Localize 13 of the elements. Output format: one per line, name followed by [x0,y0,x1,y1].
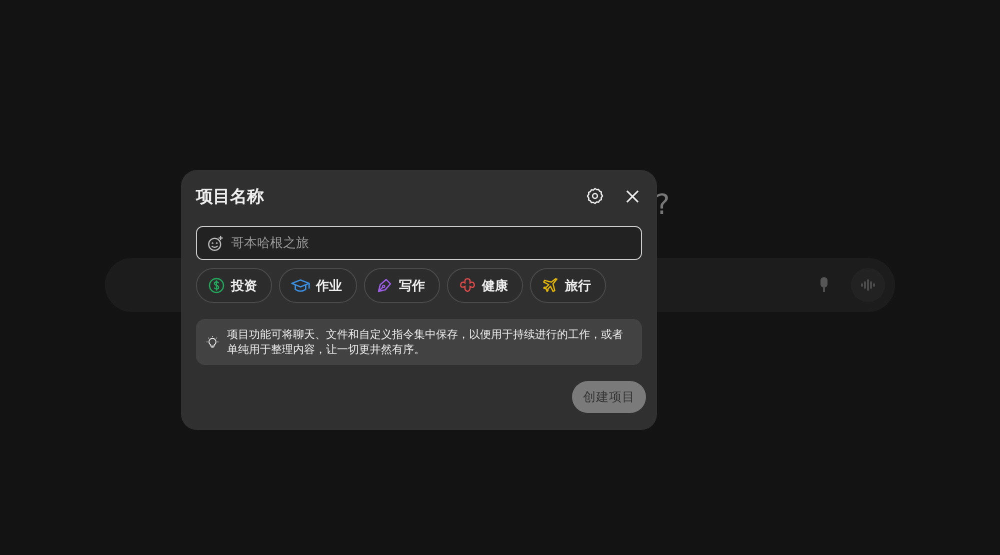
info-text: 项目功能可将聊天、文件和自定义指令集中保存，以便用于持续进行的工作，或者单纯用于整理内容，让一切更井然有序。 [226,327,624,357]
category-chip[interactable]: 健康 [447,268,523,303]
dialog-title: 项目名称 [196,186,265,208]
settings-icon[interactable] [586,187,604,205]
category-chip[interactable]: 旅行 [530,268,606,303]
category-chip[interactable]: 作业 [279,268,357,303]
close-icon[interactable] [626,190,639,202]
category-chip[interactable]: 写作 [364,268,440,303]
heading-text: ? [655,188,671,223]
waveform-icon [860,279,876,291]
project-name-field[interactable]: 哥本哈根之旅 [196,226,642,260]
category-chip[interactable]: 投资 [196,268,272,303]
emoji-add-icon[interactable] [207,235,224,252]
